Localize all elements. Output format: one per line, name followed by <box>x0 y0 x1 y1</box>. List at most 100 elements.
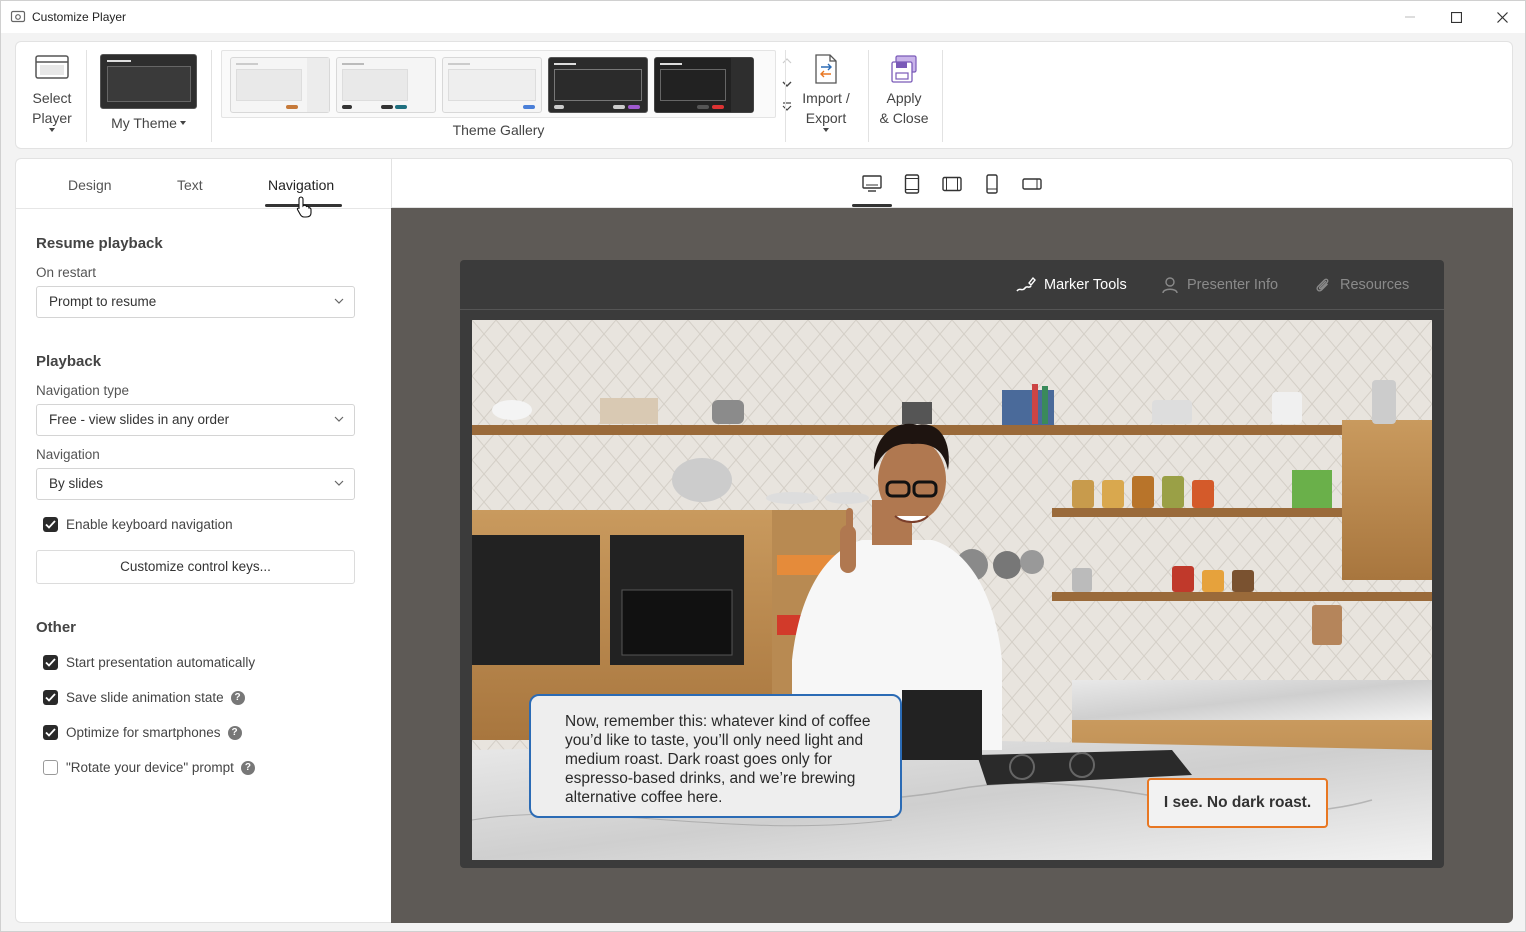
preview-stage: Marker Tools Presenter Info Resources No… <box>391 208 1513 923</box>
minimize-icon <box>1405 16 1415 18</box>
rotate-prompt-label: "Rotate your device" prompt <box>66 760 234 775</box>
tablet-portrait-icon <box>904 174 920 194</box>
theme-gallery-label: Theme Gallery <box>452 122 545 138</box>
maximize-icon <box>1450 11 1462 23</box>
theme-thumb-light-blue[interactable] <box>442 57 542 113</box>
help-icon[interactable]: ? <box>230 690 245 705</box>
tab-design[interactable]: Design <box>68 177 112 193</box>
presenter-info-label: Presenter Info <box>1187 277 1279 293</box>
device-desktop-button[interactable] <box>861 173 883 195</box>
checkbox-checked-icon <box>43 725 58 740</box>
my-theme-preview <box>100 54 197 109</box>
player-topbar: Marker Tools Presenter Info Resources <box>460 260 1444 310</box>
save-anim-checkbox[interactable]: Save slide animation state ? <box>43 690 245 705</box>
active-device-indicator <box>852 204 892 207</box>
phone-landscape-icon <box>1022 178 1042 190</box>
maximize-button[interactable] <box>1433 1 1479 33</box>
save-anim-label: Save slide animation state <box>66 690 224 705</box>
playback-heading: Playback <box>36 353 102 370</box>
select-player-label-2: Player <box>32 110 72 126</box>
player-window-icon <box>35 55 69 79</box>
import-export-button[interactable]: Import / Export <box>794 54 858 132</box>
checkbox-checked-icon <box>43 655 58 670</box>
settings-tabs: Design Text Navigation <box>16 159 392 218</box>
player-tab-presenter-info[interactable]: Presenter Info <box>1161 276 1278 294</box>
theme-thumb-dark-red[interactable] <box>654 57 754 113</box>
checkbox-checked-icon <box>43 690 58 705</box>
marker-icon <box>1016 276 1036 292</box>
optimize-phones-checkbox[interactable]: Optimize for smartphones ? <box>43 725 242 740</box>
import-export-label-2: Export <box>805 110 847 126</box>
mouse-cursor-icon <box>296 196 312 218</box>
device-bar <box>391 158 1513 208</box>
minimize-button[interactable] <box>1387 1 1433 33</box>
chevron-down-icon <box>334 298 344 304</box>
chevron-down-icon <box>334 416 344 422</box>
dropdown-arrow-icon <box>49 128 55 132</box>
help-icon[interactable]: ? <box>227 725 242 740</box>
speech-text: Now, remember this: whatever kind of cof… <box>565 713 871 806</box>
dropdown-arrow-icon <box>179 121 186 125</box>
device-tablet-landscape-button[interactable] <box>941 173 963 195</box>
start-auto-label: Start presentation automatically <box>66 655 256 670</box>
nav-type-label: Navigation type <box>36 383 130 398</box>
tab-navigation[interactable]: Navigation <box>268 177 334 193</box>
keyboard-nav-checkbox[interactable]: Enable keyboard navigation <box>43 517 233 532</box>
navigation-label: Navigation <box>36 447 100 462</box>
theme-thumb-light-teal[interactable] <box>336 57 436 113</box>
on-restart-select[interactable]: Prompt to resume <box>36 286 355 318</box>
window-title: Customize Player <box>32 10 127 24</box>
import-export-icon <box>815 54 837 84</box>
speech-bubble: Now, remember this: whatever kind of cof… <box>529 694 902 818</box>
resources-label: Resources <box>1340 277 1410 293</box>
checkbox-unchecked-icon <box>43 760 58 775</box>
navigation-select[interactable]: By slides <box>36 468 355 500</box>
optimize-phones-label: Optimize for smartphones <box>66 725 221 740</box>
on-restart-label: On restart <box>36 265 97 280</box>
select-player-button[interactable]: Select Player <box>26 54 78 132</box>
tablet-landscape-icon <box>942 176 962 192</box>
chevron-down-icon <box>334 480 344 486</box>
answer-choice-button[interactable]: I see. No dark roast. <box>1147 778 1328 828</box>
rotate-prompt-checkbox[interactable]: "Rotate your device" prompt ? <box>43 760 255 775</box>
import-export-label-1: Import / <box>802 90 850 106</box>
theme-thumb-light[interactable] <box>230 57 330 113</box>
close-icon <box>1496 11 1508 23</box>
theme-thumb-dark-purple[interactable] <box>548 57 648 113</box>
customize-player-window: Customize Player Select Player My Theme … <box>0 0 1526 932</box>
desktop-icon <box>862 175 882 192</box>
on-restart-value: Prompt to resume <box>49 294 157 309</box>
apply-close-label-2: & Close <box>879 110 929 126</box>
player-tab-resources[interactable]: Resources <box>1314 276 1409 294</box>
my-theme-button[interactable]: My Theme <box>100 54 197 133</box>
tab-text[interactable]: Text <box>177 177 203 193</box>
phone-portrait-icon <box>986 174 998 194</box>
resume-heading: Resume playback <box>36 235 163 252</box>
title-bar: Customize Player <box>1 1 1525 33</box>
settings-panel: Design Text Navigation Resume playback O… <box>15 158 392 923</box>
nav-type-select[interactable]: Free - view slides in any order <box>36 404 355 436</box>
device-phone-portrait-button[interactable] <box>981 173 1003 195</box>
paperclip-icon <box>1316 278 1329 292</box>
keyboard-nav-label: Enable keyboard navigation <box>66 517 233 532</box>
marker-tools-label: Marker Tools <box>1044 277 1127 293</box>
nav-type-value: Free - view slides in any order <box>49 412 230 427</box>
apply-close-button[interactable]: Apply & Close <box>876 54 932 128</box>
help-icon[interactable]: ? <box>240 760 255 775</box>
ribbon: Select Player My Theme Theme Gallery Imp… <box>15 41 1513 149</box>
player-tab-marker-tools[interactable]: Marker Tools <box>1016 276 1127 294</box>
dropdown-arrow-icon <box>823 128 829 132</box>
checkbox-checked-icon <box>43 517 58 532</box>
slide-canvas: Now, remember this: whatever kind of cof… <box>472 320 1432 860</box>
other-heading: Other <box>36 619 77 636</box>
theme-gallery <box>221 50 776 118</box>
my-theme-label: My Theme <box>111 115 177 131</box>
device-phone-landscape-button[interactable] <box>1021 173 1043 195</box>
start-auto-checkbox[interactable]: Start presentation automatically <box>43 655 255 670</box>
user-icon <box>1162 277 1178 294</box>
apply-close-icon <box>891 55 917 83</box>
close-button[interactable] <box>1479 1 1525 33</box>
customize-keys-button[interactable]: Customize control keys... <box>36 550 355 584</box>
navigation-value: By slides <box>49 476 104 491</box>
device-tablet-portrait-button[interactable] <box>901 173 923 195</box>
